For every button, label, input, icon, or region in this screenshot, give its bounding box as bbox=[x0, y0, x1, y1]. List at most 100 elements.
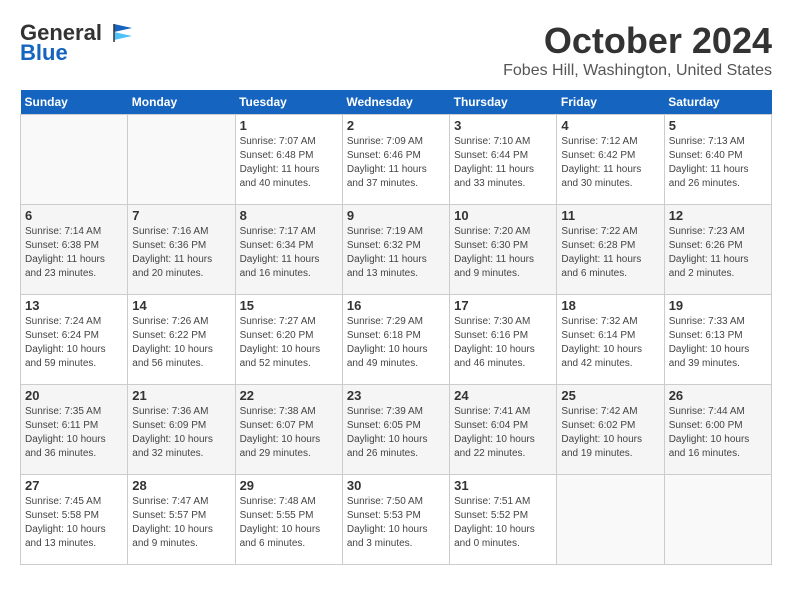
calendar-cell: 6Sunrise: 7:14 AM Sunset: 6:38 PM Daylig… bbox=[21, 205, 128, 295]
day-number: 2 bbox=[347, 118, 445, 133]
day-info: Sunrise: 7:38 AM Sunset: 6:07 PM Dayligh… bbox=[240, 405, 338, 461]
calendar-cell: 26Sunrise: 7:44 AM Sunset: 6:00 PM Dayli… bbox=[664, 385, 771, 475]
calendar-cell: 3 Sunrise: 7:10 AM Sunset: 6:44 PM Daylig… bbox=[450, 115, 557, 205]
calendar-cell: 30 Sunrise: 7:50 AM Sunset: 5:53 PM Dayli… bbox=[342, 475, 449, 565]
calendar-cell: 2 Sunrise: 7:09 AM Sunset: 6:46 PM Daylig… bbox=[342, 115, 449, 205]
calendar-cell: 27 Sunrise: 7:45 AM Sunset: 5:58 PM Dayli… bbox=[21, 475, 128, 565]
calendar-cell: 4 Sunrise: 7:12 AM Sunset: 6:42 PM Daylig… bbox=[557, 115, 664, 205]
day-info: Sunrise: 7:33 AM Sunset: 6:13 PM Dayligh… bbox=[669, 315, 767, 371]
day-info: Sunrise: 7:17 AM Sunset: 6:34 PM Dayligh… bbox=[240, 225, 338, 281]
day-number: 20 bbox=[25, 388, 123, 403]
weekday-header-saturday: Saturday bbox=[664, 90, 771, 115]
weekday-header-wednesday: Wednesday bbox=[342, 90, 449, 115]
calendar-cell: 22 Sunrise: 7:38 AM Sunset: 6:07 PM Dayli… bbox=[235, 385, 342, 475]
calendar-cell: 21Sunrise: 7:36 AM Sunset: 6:09 PM Dayli… bbox=[128, 385, 235, 475]
day-info: Sunrise: 7:48 AM Sunset: 5:55 PM Dayligh… bbox=[240, 495, 338, 551]
day-number: 17 bbox=[454, 298, 552, 313]
calendar-cell: 11 Sunrise: 7:22 AM Sunset: 6:28 PM Dayli… bbox=[557, 205, 664, 295]
calendar-cell: 9 Sunrise: 7:19 AM Sunset: 6:32 PM Daylig… bbox=[342, 205, 449, 295]
day-info: Sunrise: 7:12 AM Sunset: 6:42 PM Dayligh… bbox=[561, 135, 659, 191]
calendar-cell: 18Sunrise: 7:32 AM Sunset: 6:14 PM Dayli… bbox=[557, 295, 664, 385]
day-info: Sunrise: 7:23 AM Sunset: 6:26 PM Dayligh… bbox=[669, 225, 767, 281]
day-number: 3 bbox=[454, 118, 552, 133]
calendar-cell: 20Sunrise: 7:35 AM Sunset: 6:11 PM Dayli… bbox=[21, 385, 128, 475]
weekday-header-tuesday: Tuesday bbox=[235, 90, 342, 115]
day-info: Sunrise: 7:13 AM Sunset: 6:40 PM Dayligh… bbox=[669, 135, 767, 191]
day-info: Sunrise: 7:19 AM Sunset: 6:32 PM Dayligh… bbox=[347, 225, 445, 281]
day-number: 27 bbox=[25, 478, 123, 493]
day-number: 19 bbox=[669, 298, 767, 313]
day-number: 8 bbox=[240, 208, 338, 223]
calendar-cell: 1Sunrise: 7:07 AM Sunset: 6:48 PM Daylig… bbox=[235, 115, 342, 205]
calendar-cell: 14 Sunrise: 7:26 AM Sunset: 6:22 PM Dayli… bbox=[128, 295, 235, 385]
logo-blue-text: Blue bbox=[20, 40, 68, 66]
week-row-2: 6Sunrise: 7:14 AM Sunset: 6:38 PM Daylig… bbox=[21, 205, 772, 295]
day-info: Sunrise: 7:10 AM Sunset: 6:44 PM Dayligh… bbox=[454, 135, 552, 191]
calendar-cell: 19 Sunrise: 7:33 AM Sunset: 6:13 PM Dayli… bbox=[664, 295, 771, 385]
day-number: 9 bbox=[347, 208, 445, 223]
day-number: 14 bbox=[132, 298, 230, 313]
day-info: Sunrise: 7:20 AM Sunset: 6:30 PM Dayligh… bbox=[454, 225, 552, 281]
month-title: October 2024 bbox=[503, 20, 772, 62]
day-number: 12 bbox=[669, 208, 767, 223]
title-block: October 2024 Fobes Hill, Washington, Uni… bbox=[503, 20, 772, 80]
week-row-4: 20Sunrise: 7:35 AM Sunset: 6:11 PM Dayli… bbox=[21, 385, 772, 475]
day-number: 25 bbox=[561, 388, 659, 403]
day-info: Sunrise: 7:16 AM Sunset: 6:36 PM Dayligh… bbox=[132, 225, 230, 281]
day-number: 7 bbox=[132, 208, 230, 223]
day-info: Sunrise: 7:50 AM Sunset: 5:53 PM Dayligh… bbox=[347, 495, 445, 551]
weekday-header-thursday: Thursday bbox=[450, 90, 557, 115]
day-info: Sunrise: 7:44 AM Sunset: 6:00 PM Dayligh… bbox=[669, 405, 767, 461]
logo: General Blue bbox=[20, 20, 132, 66]
day-info: Sunrise: 7:45 AM Sunset: 5:58 PM Dayligh… bbox=[25, 495, 123, 551]
day-info: Sunrise: 7:27 AM Sunset: 6:20 PM Dayligh… bbox=[240, 315, 338, 371]
day-number: 28 bbox=[132, 478, 230, 493]
calendar-cell: 12 Sunrise: 7:23 AM Sunset: 6:26 PM Dayli… bbox=[664, 205, 771, 295]
day-number: 23 bbox=[347, 388, 445, 403]
weekday-header-sunday: Sunday bbox=[21, 90, 128, 115]
calendar-cell: 5 Sunrise: 7:13 AM Sunset: 6:40 PM Daylig… bbox=[664, 115, 771, 205]
calendar-cell bbox=[21, 115, 128, 205]
calendar-cell bbox=[664, 475, 771, 565]
day-number: 10 bbox=[454, 208, 552, 223]
calendar-cell bbox=[557, 475, 664, 565]
week-row-1: 1Sunrise: 7:07 AM Sunset: 6:48 PM Daylig… bbox=[21, 115, 772, 205]
location-title: Fobes Hill, Washington, United States bbox=[503, 62, 772, 80]
day-info: Sunrise: 7:30 AM Sunset: 6:16 PM Dayligh… bbox=[454, 315, 552, 371]
calendar-cell: 8 Sunrise: 7:17 AM Sunset: 6:34 PM Daylig… bbox=[235, 205, 342, 295]
calendar-cell: 10 Sunrise: 7:20 AM Sunset: 6:30 PM Dayli… bbox=[450, 205, 557, 295]
day-number: 4 bbox=[561, 118, 659, 133]
day-info: Sunrise: 7:32 AM Sunset: 6:14 PM Dayligh… bbox=[561, 315, 659, 371]
day-info: Sunrise: 7:41 AM Sunset: 6:04 PM Dayligh… bbox=[454, 405, 552, 461]
day-info: Sunrise: 7:26 AM Sunset: 6:22 PM Dayligh… bbox=[132, 315, 230, 371]
weekday-header-friday: Friday bbox=[557, 90, 664, 115]
week-row-3: 13Sunrise: 7:24 AM Sunset: 6:24 PM Dayli… bbox=[21, 295, 772, 385]
day-info: Sunrise: 7:24 AM Sunset: 6:24 PM Dayligh… bbox=[25, 315, 123, 371]
day-number: 22 bbox=[240, 388, 338, 403]
calendar-cell: 15Sunrise: 7:27 AM Sunset: 6:20 PM Dayli… bbox=[235, 295, 342, 385]
calendar-cell: 7 Sunrise: 7:16 AM Sunset: 6:36 PM Daylig… bbox=[128, 205, 235, 295]
calendar-cell: 16 Sunrise: 7:29 AM Sunset: 6:18 PM Dayli… bbox=[342, 295, 449, 385]
day-number: 6 bbox=[25, 208, 123, 223]
day-info: Sunrise: 7:42 AM Sunset: 6:02 PM Dayligh… bbox=[561, 405, 659, 461]
calendar-table: SundayMondayTuesdayWednesdayThursdayFrid… bbox=[20, 90, 772, 565]
day-number: 29 bbox=[240, 478, 338, 493]
day-number: 16 bbox=[347, 298, 445, 313]
day-info: Sunrise: 7:51 AM Sunset: 5:52 PM Dayligh… bbox=[454, 495, 552, 551]
day-info: Sunrise: 7:47 AM Sunset: 5:57 PM Dayligh… bbox=[132, 495, 230, 551]
logo-bird-icon bbox=[104, 22, 132, 44]
calendar-cell: 28 Sunrise: 7:47 AM Sunset: 5:57 PM Dayli… bbox=[128, 475, 235, 565]
calendar-cell bbox=[128, 115, 235, 205]
day-info: Sunrise: 7:22 AM Sunset: 6:28 PM Dayligh… bbox=[561, 225, 659, 281]
day-number: 31 bbox=[454, 478, 552, 493]
day-info: Sunrise: 7:29 AM Sunset: 6:18 PM Dayligh… bbox=[347, 315, 445, 371]
day-number: 30 bbox=[347, 478, 445, 493]
weekday-header-monday: Monday bbox=[128, 90, 235, 115]
calendar-cell: 17 Sunrise: 7:30 AM Sunset: 6:16 PM Dayli… bbox=[450, 295, 557, 385]
day-number: 11 bbox=[561, 208, 659, 223]
calendar-cell: 24Sunrise: 7:41 AM Sunset: 6:04 PM Dayli… bbox=[450, 385, 557, 475]
day-number: 5 bbox=[669, 118, 767, 133]
weekday-header-row: SundayMondayTuesdayWednesdayThursdayFrid… bbox=[21, 90, 772, 115]
day-number: 21 bbox=[132, 388, 230, 403]
day-info: Sunrise: 7:09 AM Sunset: 6:46 PM Dayligh… bbox=[347, 135, 445, 191]
